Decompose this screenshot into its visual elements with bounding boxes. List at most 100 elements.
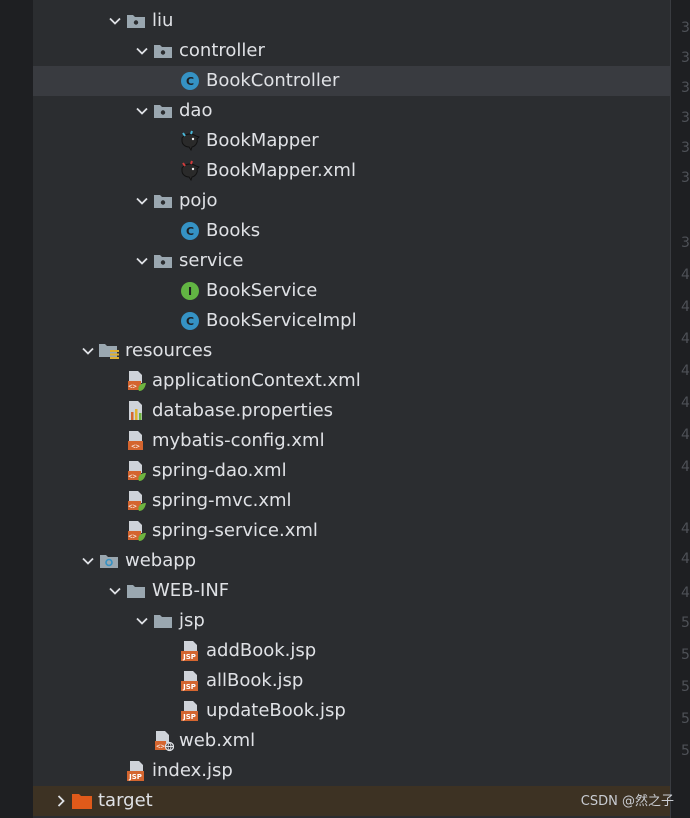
tree-row-service[interactable]: service bbox=[33, 246, 670, 276]
jsp-file-icon: JSP bbox=[179, 640, 201, 662]
tree-item-label: updateBook.jsp bbox=[206, 700, 346, 721]
line-number: 3 bbox=[681, 110, 690, 126]
tree-row-resources[interactable]: resources bbox=[33, 336, 670, 366]
watermark: CSDN @然之子 bbox=[580, 794, 674, 809]
line-number: 4 bbox=[681, 331, 690, 347]
chevron-down-icon[interactable] bbox=[132, 186, 152, 216]
chevron-down-icon[interactable] bbox=[132, 36, 152, 66]
jsp-file-icon: JSP bbox=[179, 700, 201, 722]
xml-file-icon: <> bbox=[125, 430, 147, 452]
chevron-down-icon[interactable] bbox=[105, 576, 125, 606]
line-number: 3 bbox=[681, 20, 690, 36]
tree-item-label: applicationContext.xml bbox=[152, 370, 361, 391]
tree-item-label: database.properties bbox=[152, 400, 334, 421]
line-number: 3 bbox=[681, 235, 690, 251]
svg-text:C: C bbox=[186, 315, 194, 328]
tree-row-index-jsp[interactable]: JSP index.jsp bbox=[33, 756, 670, 786]
tree-item-label: controller bbox=[179, 40, 265, 61]
chevron-down-icon[interactable] bbox=[78, 336, 98, 366]
tree-item-label: Books bbox=[206, 220, 261, 241]
tree-row-dao[interactable]: dao bbox=[33, 96, 670, 126]
line-number: 5 bbox=[681, 743, 690, 759]
tree-item-label: BookMapper bbox=[206, 130, 319, 151]
line-number: 4 bbox=[681, 585, 690, 601]
chevron-down-icon[interactable] bbox=[132, 246, 152, 276]
tree-row-web-inf[interactable]: WEB-INF bbox=[33, 576, 670, 606]
chevron-right-icon[interactable] bbox=[51, 786, 71, 816]
tree-row-spring-service-xml[interactable]: <> spring-service.xml bbox=[33, 516, 670, 546]
tree-item-label: addBook.jsp bbox=[206, 640, 317, 661]
tree-row-bookservice[interactable]: I BookService bbox=[33, 276, 670, 306]
tree-item-label: web.xml bbox=[179, 730, 256, 751]
tree-item-label: target bbox=[98, 790, 153, 811]
package-folder-icon bbox=[152, 40, 174, 62]
svg-text:C: C bbox=[186, 225, 194, 238]
resources-folder-icon bbox=[98, 340, 120, 362]
tree-row-addbook-jsp[interactable]: JSP addBook.jsp bbox=[33, 636, 670, 666]
chevron-down-icon[interactable] bbox=[78, 546, 98, 576]
tree-row-books[interactable]: C Books bbox=[33, 216, 670, 246]
chevron-down-icon[interactable] bbox=[132, 606, 152, 636]
svg-text:I: I bbox=[188, 285, 192, 298]
tree-row-webapp[interactable]: webapp bbox=[33, 546, 670, 576]
line-number: 3 bbox=[681, 80, 690, 96]
java-class-icon: C bbox=[179, 220, 201, 242]
jsp-file-icon: JSP bbox=[125, 760, 147, 782]
tree-item-label: WEB-INF bbox=[152, 580, 230, 601]
svg-text:C: C bbox=[186, 75, 194, 88]
tree-row-spring-mvc-xml[interactable]: <> spring-mvc.xml bbox=[33, 486, 670, 516]
line-number: 4 bbox=[681, 551, 690, 567]
tree-row-pojo[interactable]: pojo bbox=[33, 186, 670, 216]
line-number: 4 bbox=[681, 267, 690, 283]
tree-row-allbook-jsp[interactable]: JSP allBook.jsp bbox=[33, 666, 670, 696]
tree-row-liu[interactable]: liu bbox=[33, 6, 670, 36]
tree-row-mybatis-config-xml[interactable]: <> mybatis-config.xml bbox=[33, 426, 670, 456]
spring-xml-icon: <> bbox=[125, 370, 147, 392]
package-folder-icon bbox=[125, 10, 147, 32]
svg-text:JSP: JSP bbox=[182, 653, 196, 661]
package-folder-icon bbox=[152, 100, 174, 122]
tree-row-updatebook-jsp[interactable]: JSP updateBook.jsp bbox=[33, 696, 670, 726]
tree-item-label: index.jsp bbox=[152, 760, 233, 781]
tree-row-applicationcontext-xml[interactable]: <> applicationContext.xml bbox=[33, 366, 670, 396]
folder-icon bbox=[152, 610, 174, 632]
tree-item-label: service bbox=[179, 250, 244, 271]
line-number: 4 bbox=[681, 521, 690, 537]
tree-row-database-properties[interactable]: database.properties bbox=[33, 396, 670, 426]
tree-item-label: allBook.jsp bbox=[206, 670, 304, 691]
tree-row-bookmapper[interactable]: BookMapper bbox=[33, 126, 670, 156]
web-folder-icon bbox=[98, 550, 120, 572]
tree-row-bookserviceimpl[interactable]: C BookServiceImpl bbox=[33, 306, 670, 336]
line-number: 5 bbox=[681, 711, 690, 727]
package-folder-icon bbox=[152, 190, 174, 212]
line-number: 4 bbox=[681, 299, 690, 315]
tree-item-label: resources bbox=[125, 340, 213, 361]
tree-row-jsp[interactable]: jsp bbox=[33, 606, 670, 636]
tree-item-label: spring-mvc.xml bbox=[152, 490, 292, 511]
line-number: 5 bbox=[681, 647, 690, 663]
line-number-gutter: 3 3 3 3 3 3 3 4 4 4 4 4 4 4 4 4 4 5 5 5 5 5 bbox=[670, 0, 690, 818]
spring-xml-icon: <> bbox=[125, 520, 147, 542]
svg-text:<>: <> bbox=[128, 473, 136, 481]
svg-text:JSP: JSP bbox=[128, 773, 142, 781]
tree-row-controller[interactable]: controller bbox=[33, 36, 670, 66]
line-number: 3 bbox=[681, 140, 690, 156]
svg-text:<>: <> bbox=[128, 533, 136, 541]
tree-row-bookcontroller[interactable]: C BookController bbox=[33, 66, 670, 96]
tree-item-label: BookService bbox=[206, 280, 318, 301]
tree-row-target[interactable]: target bbox=[33, 786, 670, 816]
tree-item-label: spring-dao.xml bbox=[152, 460, 287, 481]
tree-item-label: dao bbox=[179, 100, 213, 121]
tree-row-web-xml[interactable]: <> web.xml bbox=[33, 726, 670, 756]
tree-row-spring-dao-xml[interactable]: <> spring-dao.xml bbox=[33, 456, 670, 486]
jsp-file-icon: JSP bbox=[179, 670, 201, 692]
tree-row-bookmapper-xml[interactable]: BookMapper.xml bbox=[33, 156, 670, 186]
tree-item-label: webapp bbox=[125, 550, 197, 571]
svg-text:<>: <> bbox=[156, 743, 164, 751]
line-number: 3 bbox=[681, 50, 690, 66]
chevron-down-icon[interactable] bbox=[105, 6, 125, 36]
chevron-down-icon[interactable] bbox=[132, 96, 152, 126]
line-number: 4 bbox=[681, 459, 690, 475]
line-number: 4 bbox=[681, 395, 690, 411]
excluded-folder-icon bbox=[71, 790, 93, 812]
